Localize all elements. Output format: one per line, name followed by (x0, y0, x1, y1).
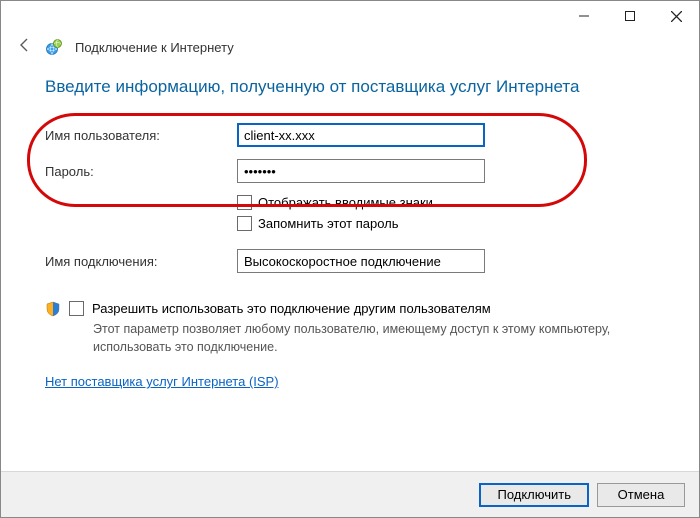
allow-others-row: Разрешить использовать это подключение д… (45, 301, 655, 317)
username-row: Имя пользователя: (45, 123, 655, 147)
password-label: Пароль: (45, 164, 237, 179)
remember-checkbox[interactable] (237, 216, 252, 231)
show-chars-row: Отображать вводимые знаки (237, 195, 655, 210)
username-input[interactable] (237, 123, 485, 147)
connection-name-row: Имя подключения: (45, 249, 655, 273)
cancel-button[interactable]: Отмена (597, 483, 685, 507)
content-area: Введите информацию, полученную от постав… (1, 67, 699, 389)
no-isp-link[interactable]: Нет поставщика услуг Интернета (ISP) (45, 374, 279, 389)
username-label: Имя пользователя: (45, 128, 237, 143)
form-area: Имя пользователя: Пароль: Отображать вво… (45, 123, 655, 389)
connect-button[interactable]: Подключить (479, 483, 589, 507)
close-button[interactable] (653, 1, 699, 31)
allow-others-label: Разрешить использовать это подключение д… (92, 301, 491, 316)
allow-others-checkbox[interactable] (69, 301, 84, 316)
allow-others-description: Этот параметр позволяет любому пользоват… (93, 321, 655, 356)
shield-icon (45, 301, 61, 317)
connection-name-input[interactable] (237, 249, 485, 273)
back-arrow-icon[interactable] (17, 37, 33, 57)
titlebar (1, 1, 699, 31)
show-chars-label: Отображать вводимые знаки (258, 195, 433, 210)
header: Подключение к Интернету (1, 31, 699, 67)
remember-row: Запомнить этот пароль (237, 216, 655, 231)
page-heading: Введите информацию, полученную от постав… (45, 77, 655, 97)
globe-icon (45, 38, 63, 56)
show-chars-checkbox[interactable] (237, 195, 252, 210)
dialog-footer: Подключить Отмена (1, 471, 699, 517)
maximize-button[interactable] (607, 1, 653, 31)
password-input[interactable] (237, 159, 485, 183)
password-row: Пароль: (45, 159, 655, 183)
remember-label: Запомнить этот пароль (258, 216, 399, 231)
connection-name-label: Имя подключения: (45, 254, 237, 269)
window-title: Подключение к Интернету (75, 40, 234, 55)
minimize-button[interactable] (561, 1, 607, 31)
